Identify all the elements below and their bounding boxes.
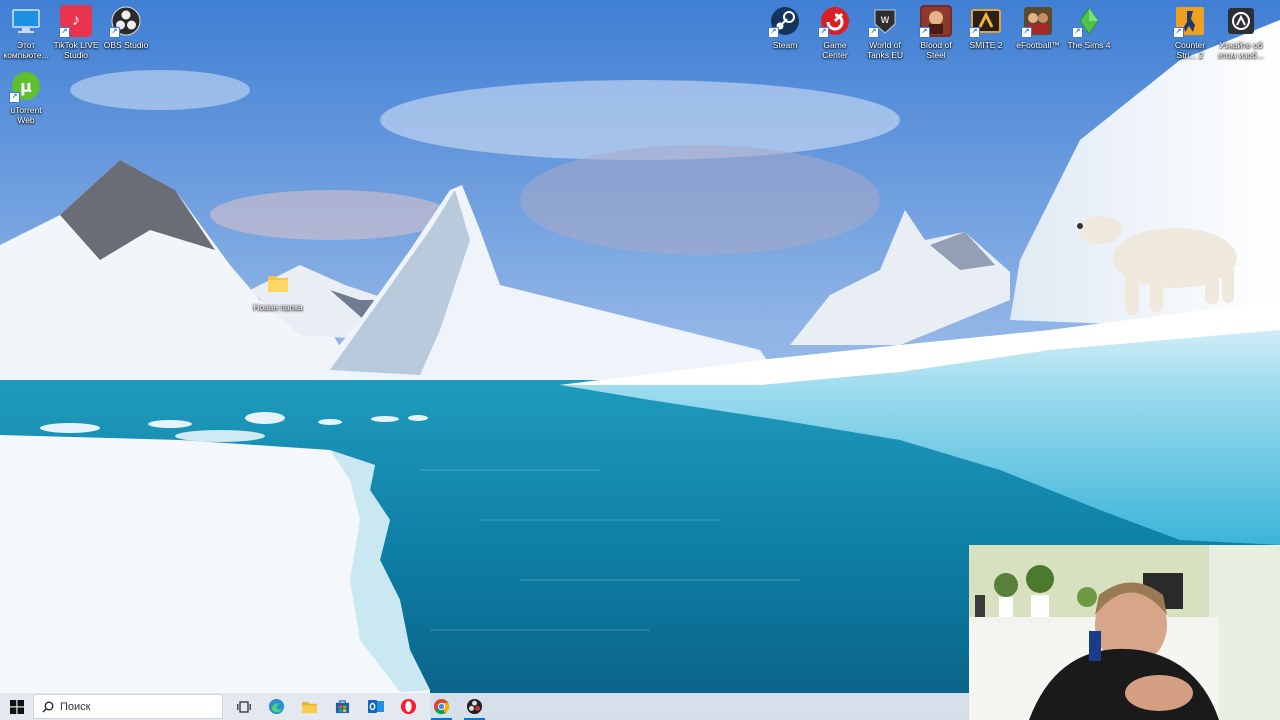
obs-icon: ↗ bbox=[109, 5, 142, 38]
computer-icon bbox=[10, 5, 42, 37]
game-center-icon: ↗ bbox=[818, 5, 851, 38]
desktop-icon-game-center[interactable]: ↗ Game Center bbox=[810, 5, 860, 60]
steam-icon: ↗ bbox=[768, 5, 801, 38]
desktop-icon-this-pc[interactable]: Этот компьюте... bbox=[1, 5, 51, 60]
webcam-feed bbox=[969, 545, 1280, 720]
utorrent-icon: µ ↗ bbox=[9, 70, 42, 103]
svg-text:µ: µ bbox=[20, 77, 32, 96]
start-button[interactable] bbox=[0, 693, 33, 720]
store-icon bbox=[335, 700, 350, 714]
desktop-icon-counter-strike-2[interactable]: ↗ Counter Stri... 2 bbox=[1165, 5, 1215, 60]
task-view-button[interactable] bbox=[227, 693, 260, 720]
desktop-icon-obs-studio[interactable]: ↗ OBS Studio bbox=[101, 5, 151, 50]
desktop-icon-world-of-tanks[interactable]: W ↗ World of Tanks EU bbox=[860, 5, 910, 60]
desktop-icon-steam[interactable]: ↗ Steam bbox=[760, 5, 810, 50]
taskbar-edge[interactable] bbox=[260, 693, 293, 720]
desktop-icon-tiktok-live-studio[interactable]: ♪ ↗ TikTok LIVE Studio bbox=[51, 5, 101, 60]
edge-icon bbox=[268, 698, 285, 715]
efootball-icon: ↗ bbox=[1021, 5, 1054, 38]
outlook-icon bbox=[367, 700, 384, 713]
desktop: Этот компьюте... ♪ ↗ TikTok LIVE Studio ↗… bbox=[0, 0, 1280, 720]
counter-strike-icon: ↗ bbox=[1173, 5, 1206, 38]
desktop-icon-utorrent-web[interactable]: µ ↗ uTorrent Web bbox=[1, 70, 51, 125]
taskbar-file-explorer[interactable] bbox=[293, 693, 326, 720]
obs-taskbar-icon bbox=[466, 698, 483, 715]
desktop-icon-the-sims-4[interactable]: ↗ The Sims 4 bbox=[1064, 5, 1114, 50]
file-explorer-icon bbox=[302, 701, 317, 714]
folder-icon bbox=[262, 267, 294, 299]
taskbar: Поиск bbox=[0, 693, 969, 720]
desktop-icon-efootball[interactable]: ↗ eFootball™ bbox=[1013, 5, 1063, 50]
smite-icon: ↗ bbox=[969, 5, 1002, 38]
task-view-icon bbox=[236, 700, 251, 713]
webcam-overlay bbox=[969, 545, 1280, 720]
chrome-icon bbox=[433, 698, 450, 715]
search-icon bbox=[42, 701, 54, 712]
plumbob-icon: ↗ bbox=[1072, 5, 1105, 38]
taskbar-obs[interactable] bbox=[458, 693, 491, 720]
desktop-icon-new-folder[interactable]: Новая папка bbox=[253, 267, 303, 312]
tiktok-icon: ♪ ↗ bbox=[59, 5, 92, 38]
opera-icon bbox=[400, 698, 417, 715]
desktop-icon-learn-about-image[interactable]: Узнайте об этом изоб... bbox=[1216, 5, 1266, 60]
desktop-icon-blood-of-steel[interactable]: ↗ Blood of Steel bbox=[911, 5, 961, 60]
svg-text:W: W bbox=[881, 15, 890, 25]
windows-logo-icon bbox=[9, 699, 24, 714]
desktop-icon-smite-2[interactable]: ↗ SMITE 2 bbox=[961, 5, 1011, 50]
taskbar-search-box[interactable]: Поиск bbox=[33, 694, 223, 719]
blood-of-steel-icon: ↗ bbox=[919, 5, 952, 38]
world-of-tanks-icon: W ↗ bbox=[868, 5, 901, 38]
taskbar-opera[interactable] bbox=[392, 693, 425, 720]
taskbar-microsoft-store[interactable] bbox=[326, 693, 359, 720]
search-placeholder: Поиск bbox=[60, 700, 91, 713]
taskbar-outlook[interactable] bbox=[359, 693, 392, 720]
taskbar-chrome[interactable] bbox=[425, 693, 458, 720]
camera-info-icon bbox=[1225, 5, 1257, 37]
